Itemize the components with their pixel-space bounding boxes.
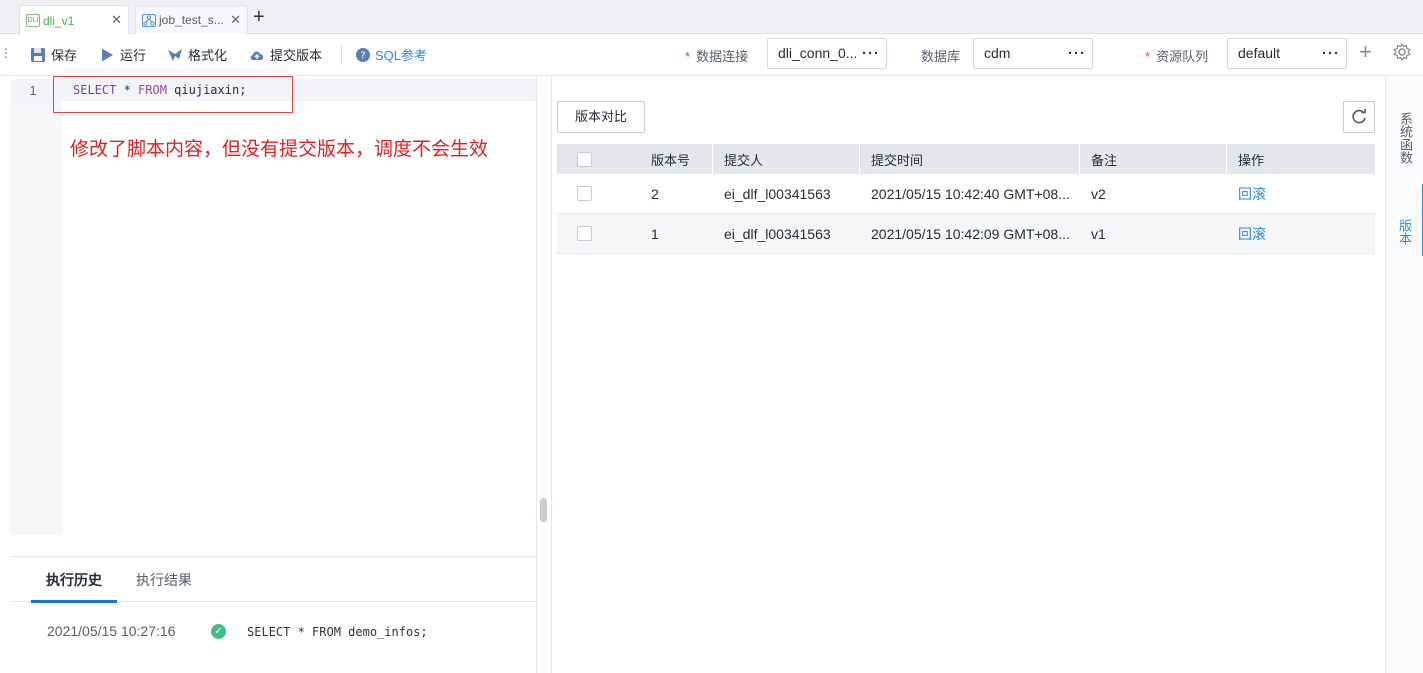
execution-panel: 执行历史 执行结果 2021/05/15 10:27:16 ✓ SELECT *… bbox=[11, 556, 536, 673]
dli-file-icon: DLI bbox=[26, 14, 40, 27]
queue-select[interactable]: default ··· bbox=[1227, 38, 1347, 69]
row-checkbox[interactable] bbox=[577, 174, 592, 213]
annotation-note: 修改了脚本内容，但没有提交版本，调度不会生效 bbox=[70, 138, 489, 160]
row-submitter: ei_dlf_l00341563 bbox=[724, 225, 831, 242]
refresh-icon bbox=[1352, 109, 1366, 124]
job-flow-icon bbox=[142, 13, 156, 27]
queue-label: * 资源队列 bbox=[1145, 49, 1209, 64]
line-number: 1 bbox=[29, 83, 37, 98]
submit-version-button[interactable]: 提交版本 bbox=[249, 45, 322, 64]
row-submitter: ei_dlf_l00341563 bbox=[724, 185, 831, 202]
run-label: 运行 bbox=[120, 48, 147, 63]
toolbar-divider bbox=[341, 45, 342, 65]
save-icon bbox=[30, 47, 46, 63]
history-time: 2021/05/15 10:27:16 bbox=[47, 623, 176, 639]
col-submit-time: 提交时间 bbox=[871, 152, 924, 168]
col-note: 备注 bbox=[1091, 152, 1118, 168]
select-all-checkbox[interactable] bbox=[577, 144, 592, 174]
side-tab-bar: 系统函数 版本 bbox=[1385, 76, 1423, 673]
tab-label: dli_v1 bbox=[43, 13, 75, 28]
success-check-icon: ✓ bbox=[211, 624, 226, 639]
more-icon[interactable]: ··· bbox=[1322, 39, 1340, 68]
database-value: cdm bbox=[984, 45, 1011, 61]
col-submitter: 提交人 bbox=[724, 152, 764, 168]
highlight-box bbox=[53, 76, 293, 113]
cloud-upload-icon bbox=[249, 47, 265, 63]
version-table: 版本号 提交人 提交时间 备注 操作 2 ei_dlf_l00341563 20… bbox=[557, 144, 1375, 254]
col-version: 版本号 bbox=[651, 152, 691, 168]
tab-execution-result[interactable]: 执行结果 bbox=[136, 570, 192, 590]
table-row: 1 ei_dlf_l00341563 2021/05/15 10:42:09 G… bbox=[557, 214, 1375, 254]
splitter-handle[interactable] bbox=[540, 498, 547, 522]
tab-label: job_test_s... bbox=[159, 13, 224, 27]
play-icon bbox=[99, 47, 115, 63]
connection-label: * 数据连接 bbox=[685, 49, 749, 64]
queue-value: default bbox=[1238, 45, 1281, 61]
version-panel: 版本对比 版本号 提交人 提交时间 备注 操作 2 ei_dlf_l003415… bbox=[552, 76, 1385, 673]
line-gutter bbox=[11, 79, 62, 535]
sql-ref-label: SQL参考 bbox=[375, 48, 428, 63]
rollback-link[interactable]: 回滚 bbox=[1238, 174, 1266, 213]
row-version: 1 bbox=[651, 225, 659, 242]
tab-system-functions[interactable]: 系统函数 bbox=[1386, 108, 1423, 168]
connection-select[interactable]: dli_conn_0... ··· bbox=[767, 38, 887, 69]
col-action: 操作 bbox=[1238, 152, 1265, 168]
database-select[interactable]: cdm ··· bbox=[973, 38, 1093, 69]
panel-splitter[interactable] bbox=[536, 76, 552, 673]
svg-text:?: ? bbox=[360, 50, 365, 61]
history-sql[interactable]: SELECT * FROM demo_infos; bbox=[247, 625, 428, 639]
row-submit-time: 2021/05/15 10:42:40 GMT+08... bbox=[871, 185, 1070, 202]
format-button[interactable]: 格式化 bbox=[167, 45, 227, 64]
row-checkbox[interactable] bbox=[577, 214, 592, 253]
save-label: 保存 bbox=[51, 48, 78, 63]
active-tab-indicator bbox=[31, 600, 117, 603]
sql-reference-button[interactable]: ? SQL参考 bbox=[356, 45, 427, 64]
more-icon[interactable]: ··· bbox=[862, 39, 880, 68]
row-version: 2 bbox=[651, 185, 659, 202]
format-icon bbox=[167, 47, 183, 63]
database-label: 数据库 bbox=[921, 49, 961, 64]
tab-version[interactable]: 版本 bbox=[1386, 184, 1423, 256]
tab-job-test[interactable]: job_test_s... ✕ bbox=[135, 5, 248, 34]
left-edge: ⋮ bbox=[0, 46, 12, 673]
tab-dli-v1[interactable]: DLI dli_v1 ✕ bbox=[19, 5, 129, 35]
add-tab-icon[interactable]: + bbox=[253, 7, 265, 27]
help-icon: ? bbox=[356, 47, 370, 62]
tab-execution-history[interactable]: 执行历史 bbox=[46, 570, 102, 590]
row-note: v2 bbox=[1091, 185, 1106, 202]
connection-value: dli_conn_0... bbox=[778, 45, 858, 61]
table-row: 2 ei_dlf_l00341563 2021/05/15 10:42:40 G… bbox=[557, 174, 1375, 214]
drag-handle-icon[interactable]: ⋮ bbox=[0, 46, 12, 60]
rollback-link[interactable]: 回滚 bbox=[1238, 214, 1266, 253]
format-label: 格式化 bbox=[188, 48, 228, 63]
add-icon[interactable]: + bbox=[1359, 39, 1372, 65]
close-icon[interactable]: ✕ bbox=[111, 12, 122, 28]
save-button[interactable]: 保存 bbox=[30, 45, 77, 64]
gear-icon[interactable] bbox=[1393, 42, 1411, 64]
editor-tab-bar: DLI dli_v1 ✕ job_test_s... ✕ + bbox=[0, 0, 1423, 35]
editor-toolbar: 保存 运行 格式化 提交版本 ? SQL参考 * 数据连接 dli_conn_0.… bbox=[0, 34, 1423, 76]
table-header: 版本号 提交人 提交时间 备注 操作 bbox=[557, 144, 1375, 174]
row-submit-time: 2021/05/15 10:42:09 GMT+08... bbox=[871, 225, 1070, 242]
version-compare-button[interactable]: 版本对比 bbox=[557, 101, 645, 133]
run-button[interactable]: 运行 bbox=[99, 45, 146, 64]
more-icon[interactable]: ··· bbox=[1068, 39, 1086, 68]
refresh-button[interactable] bbox=[1343, 101, 1375, 133]
row-note: v1 bbox=[1091, 225, 1106, 242]
submit-label: 提交版本 bbox=[270, 48, 323, 63]
close-icon[interactable]: ✕ bbox=[230, 12, 241, 28]
